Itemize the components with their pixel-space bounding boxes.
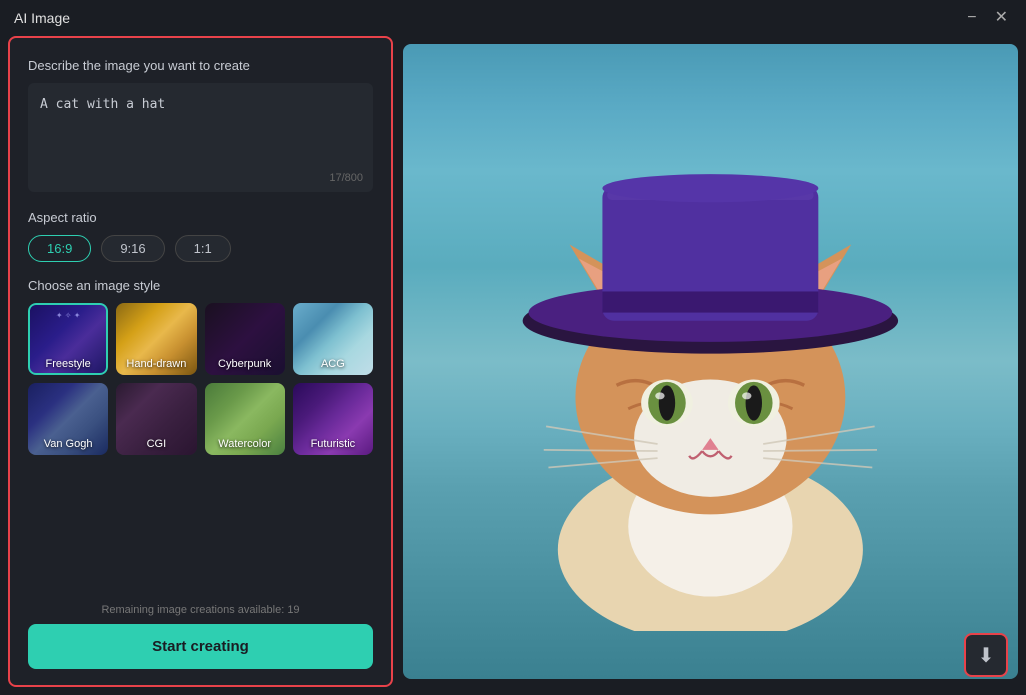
style-bg-cyberpunk: Cyberpunk bbox=[205, 303, 285, 375]
style-item-freestyle[interactable]: Freestyle bbox=[28, 303, 108, 375]
style-section: Choose an image style Freestyle Hand-dra… bbox=[28, 278, 373, 455]
window-controls: − ✕ bbox=[963, 8, 1012, 28]
start-creating-button[interactable]: Start creating bbox=[28, 624, 373, 669]
style-bg-acg: ACG bbox=[293, 303, 373, 375]
style-bg-vangogh: Van Gogh bbox=[28, 383, 108, 455]
close-button[interactable]: ✕ bbox=[991, 8, 1012, 28]
style-label-vangogh: Van Gogh bbox=[28, 438, 108, 450]
aspect-btn-1-1[interactable]: 1:1 bbox=[175, 235, 231, 262]
prompt-label: Describe the image you want to create bbox=[28, 58, 373, 73]
download-button[interactable]: ⬇ bbox=[964, 633, 1008, 677]
style-item-vangogh[interactable]: Van Gogh bbox=[28, 383, 108, 455]
left-panel: Describe the image you want to create A … bbox=[8, 36, 393, 687]
style-label-cyberpunk: Cyberpunk bbox=[205, 358, 285, 370]
style-item-futuristic[interactable]: Futuristic bbox=[293, 383, 373, 455]
prompt-input[interactable]: A cat with a hat bbox=[40, 95, 361, 175]
style-label-watercolor: Watercolor bbox=[205, 438, 285, 450]
cat-svg bbox=[449, 92, 972, 632]
style-bg-freestyle: Freestyle bbox=[28, 303, 108, 375]
char-count: 17/800 bbox=[329, 172, 363, 184]
style-item-cyberpunk[interactable]: Cyberpunk bbox=[205, 303, 285, 375]
generated-image bbox=[403, 44, 1018, 679]
style-item-cgi[interactable]: CGI bbox=[116, 383, 196, 455]
prompt-area: A cat with a hat 17/800 bbox=[28, 83, 373, 192]
remaining-text: Remaining image creations available: 19 bbox=[28, 604, 373, 616]
style-label-futuristic: Futuristic bbox=[293, 438, 373, 450]
style-item-watercolor[interactable]: Watercolor bbox=[205, 383, 285, 455]
title-bar: AI Image − ✕ bbox=[0, 0, 1026, 36]
aspect-btn-16-9[interactable]: 16:9 bbox=[28, 235, 91, 262]
style-label-cgi: CGI bbox=[116, 438, 196, 450]
style-bg-cgi: CGI bbox=[116, 383, 196, 455]
style-bg-futuristic: Futuristic bbox=[293, 383, 373, 455]
aspect-btn-9-16[interactable]: 9:16 bbox=[101, 235, 164, 262]
aspect-buttons: 16:9 9:16 1:1 bbox=[28, 235, 373, 262]
style-label-handdrawn: Hand-drawn bbox=[116, 358, 196, 370]
generated-image-container bbox=[403, 44, 1018, 679]
style-item-acg[interactable]: ACG bbox=[293, 303, 373, 375]
style-label-acg: ACG bbox=[293, 358, 373, 370]
style-label: Choose an image style bbox=[28, 278, 373, 293]
style-grid: Freestyle Hand-drawn Cyberpunk ACG bbox=[28, 303, 373, 455]
style-bg-handdrawn: Hand-drawn bbox=[116, 303, 196, 375]
style-bg-watercolor: Watercolor bbox=[205, 383, 285, 455]
style-label-freestyle: Freestyle bbox=[28, 358, 108, 370]
aspect-section: Aspect ratio 16:9 9:16 1:1 bbox=[28, 210, 373, 262]
window-title: AI Image bbox=[14, 10, 70, 26]
style-item-handdrawn[interactable]: Hand-drawn bbox=[116, 303, 196, 375]
minimize-button[interactable]: − bbox=[963, 8, 980, 28]
download-icon: ⬇ bbox=[978, 643, 995, 668]
right-panel: ⬇ bbox=[393, 36, 1026, 695]
main-layout: Describe the image you want to create A … bbox=[0, 36, 1026, 695]
aspect-label: Aspect ratio bbox=[28, 210, 373, 225]
